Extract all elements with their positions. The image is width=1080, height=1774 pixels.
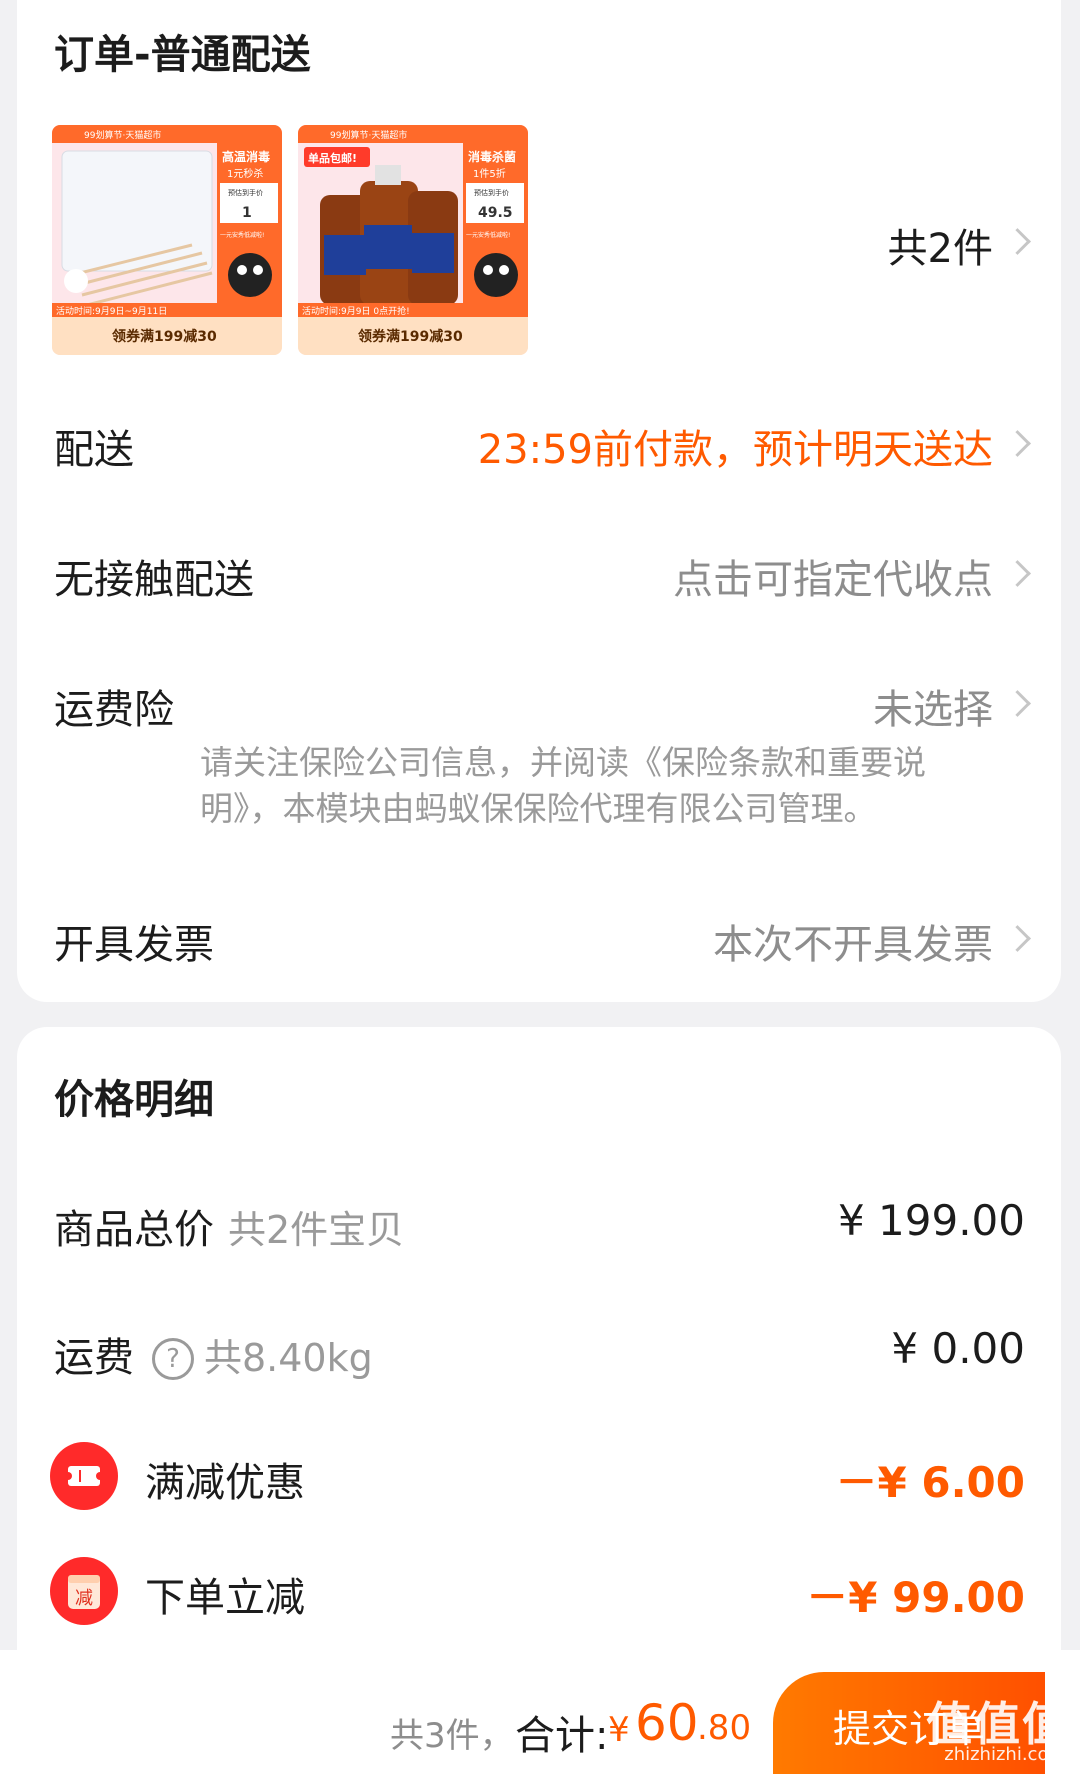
contactless-label: 无接触配送 bbox=[54, 557, 254, 603]
instant-discount-icon-text: 减 bbox=[75, 1588, 93, 1609]
watermark-url: zhizhizhi.com bbox=[944, 1744, 1066, 1765]
goods-total-sub: 共2件宝贝 bbox=[228, 1208, 405, 1252]
chevron-right-icon[interactable] bbox=[1004, 925, 1031, 952]
thumb2-period: 活动时间:9月9日 0点开抢! bbox=[302, 305, 410, 317]
goods-total-label: 商品总价 bbox=[54, 1207, 214, 1253]
shipping-row: 运费? 共8.40kg bbox=[54, 1325, 373, 1383]
chevron-right-icon[interactable] bbox=[1004, 560, 1031, 587]
shipping-amount: ¥ 0.00 bbox=[891, 1324, 1025, 1373]
thumb2-price-label: 预估到手价 bbox=[474, 188, 509, 197]
total-label: 合计: bbox=[515, 1713, 609, 1759]
thumb2-badge: 99划算节·天猫超市 bbox=[330, 129, 407, 141]
thumb1-price: 1 bbox=[242, 205, 252, 221]
thumb1-period: 活动时间:9月9日~9月11日 bbox=[56, 305, 167, 317]
instant-discount-icon: 减 bbox=[50, 1557, 118, 1625]
coupon-icon bbox=[50, 1442, 118, 1510]
product-image-disinfectant: 99划算节·天猫超市 单品包邮! 消毒杀菌 1件5折 预估到手价 49.5 一元… bbox=[298, 125, 528, 355]
thumb2-ribbon: 单品包邮! bbox=[308, 151, 357, 165]
total-integer: 60 bbox=[635, 1694, 699, 1752]
chevron-right-icon[interactable] bbox=[1004, 430, 1031, 457]
instant-discount-label: 下单立减 bbox=[145, 1575, 305, 1621]
order-title: 订单-普通配送 bbox=[54, 32, 311, 78]
insurance-note: 请关注保险公司信息，并阅读《保险条款和重要说明》，本模块由蚂蚁保保险代理有限公司… bbox=[200, 743, 926, 828]
product-thumbnail-1[interactable]: 99划算节·天猫超市 高温消毒 1元秒杀 预估到手价 1 一元安秀低减啦! 活动… bbox=[52, 125, 282, 355]
goods-total-row: 商品总价 共2件宝贝 bbox=[54, 1197, 404, 1255]
insurance-label: 运费险 bbox=[54, 687, 174, 733]
order-card: 订单-普通配送 99划算节·天猫超市 高温消毒 1元秒杀 预估到手价 1 一元安… bbox=[17, 0, 1061, 1002]
invoice-value[interactable]: 本次不开具发票 bbox=[713, 912, 993, 970]
product-thumbnail-2[interactable]: 99划算节·天猫超市 单品包邮! 消毒杀菌 1件5折 预估到手价 49.5 一元… bbox=[298, 125, 528, 355]
goods-total-amount: ¥ 199.00 bbox=[837, 1196, 1025, 1245]
shipping-label: 运费 bbox=[54, 1335, 134, 1381]
total-decimal: .80 bbox=[697, 1708, 752, 1748]
thumb1-price-label: 预估到手价 bbox=[228, 188, 263, 197]
product-image-cotton-swabs: 99划算节·天猫超市 高温消毒 1元秒杀 预估到手价 1 一元安秀低减啦! 活动… bbox=[52, 125, 282, 355]
insurance-value[interactable]: 未选择 bbox=[873, 677, 993, 735]
chevron-right-icon[interactable] bbox=[1004, 690, 1031, 717]
item-count[interactable]: 共2件 bbox=[888, 216, 993, 274]
thumb2-coupon: 领券满199减30 bbox=[358, 328, 463, 345]
thumb2-tag-title: 消毒杀菌 bbox=[468, 149, 516, 164]
question-icon[interactable]: ? bbox=[152, 1338, 194, 1380]
full-reduction-amount: －¥ 6.00 bbox=[835, 1458, 1025, 1507]
instant-discount-amount: －¥ 99.00 bbox=[806, 1573, 1025, 1622]
thumb1-promo: 一元安秀低减啦! bbox=[220, 231, 264, 239]
thumb1-coupon: 领券满199减30 bbox=[112, 328, 217, 345]
total-item-count: 共3件， bbox=[390, 1716, 514, 1756]
thumb2-price: 49.5 bbox=[478, 205, 513, 221]
invoice-label: 开具发票 bbox=[54, 922, 214, 968]
full-reduction-label: 满减优惠 bbox=[145, 1460, 305, 1506]
delivery-label: 配送 bbox=[54, 427, 134, 473]
thumb1-tag-sub: 1元秒杀 bbox=[227, 167, 263, 180]
price-card: 价格明细 商品总价 共2件宝贝 ¥ 199.00 运费? 共8.40kg ¥ 0.0… bbox=[17, 1027, 1061, 1727]
delivery-value[interactable]: 23:59前付款，预计明天送达 bbox=[478, 417, 993, 475]
thumb1-tag-title: 高温消毒 bbox=[222, 149, 270, 164]
shipping-weight: 共8.40kg bbox=[204, 1336, 373, 1380]
thumb2-promo: 一元安秀低减啦! bbox=[466, 231, 510, 239]
thumb1-badge: 99划算节·天猫超市 bbox=[84, 129, 161, 141]
contactless-value[interactable]: 点击可指定代收点 bbox=[673, 547, 993, 605]
thumb2-tag-sub: 1件5折 bbox=[473, 167, 506, 180]
total-currency: ¥ bbox=[608, 1710, 630, 1750]
chevron-right-icon[interactable] bbox=[1004, 228, 1031, 255]
price-title: 价格明细 bbox=[54, 1077, 214, 1123]
